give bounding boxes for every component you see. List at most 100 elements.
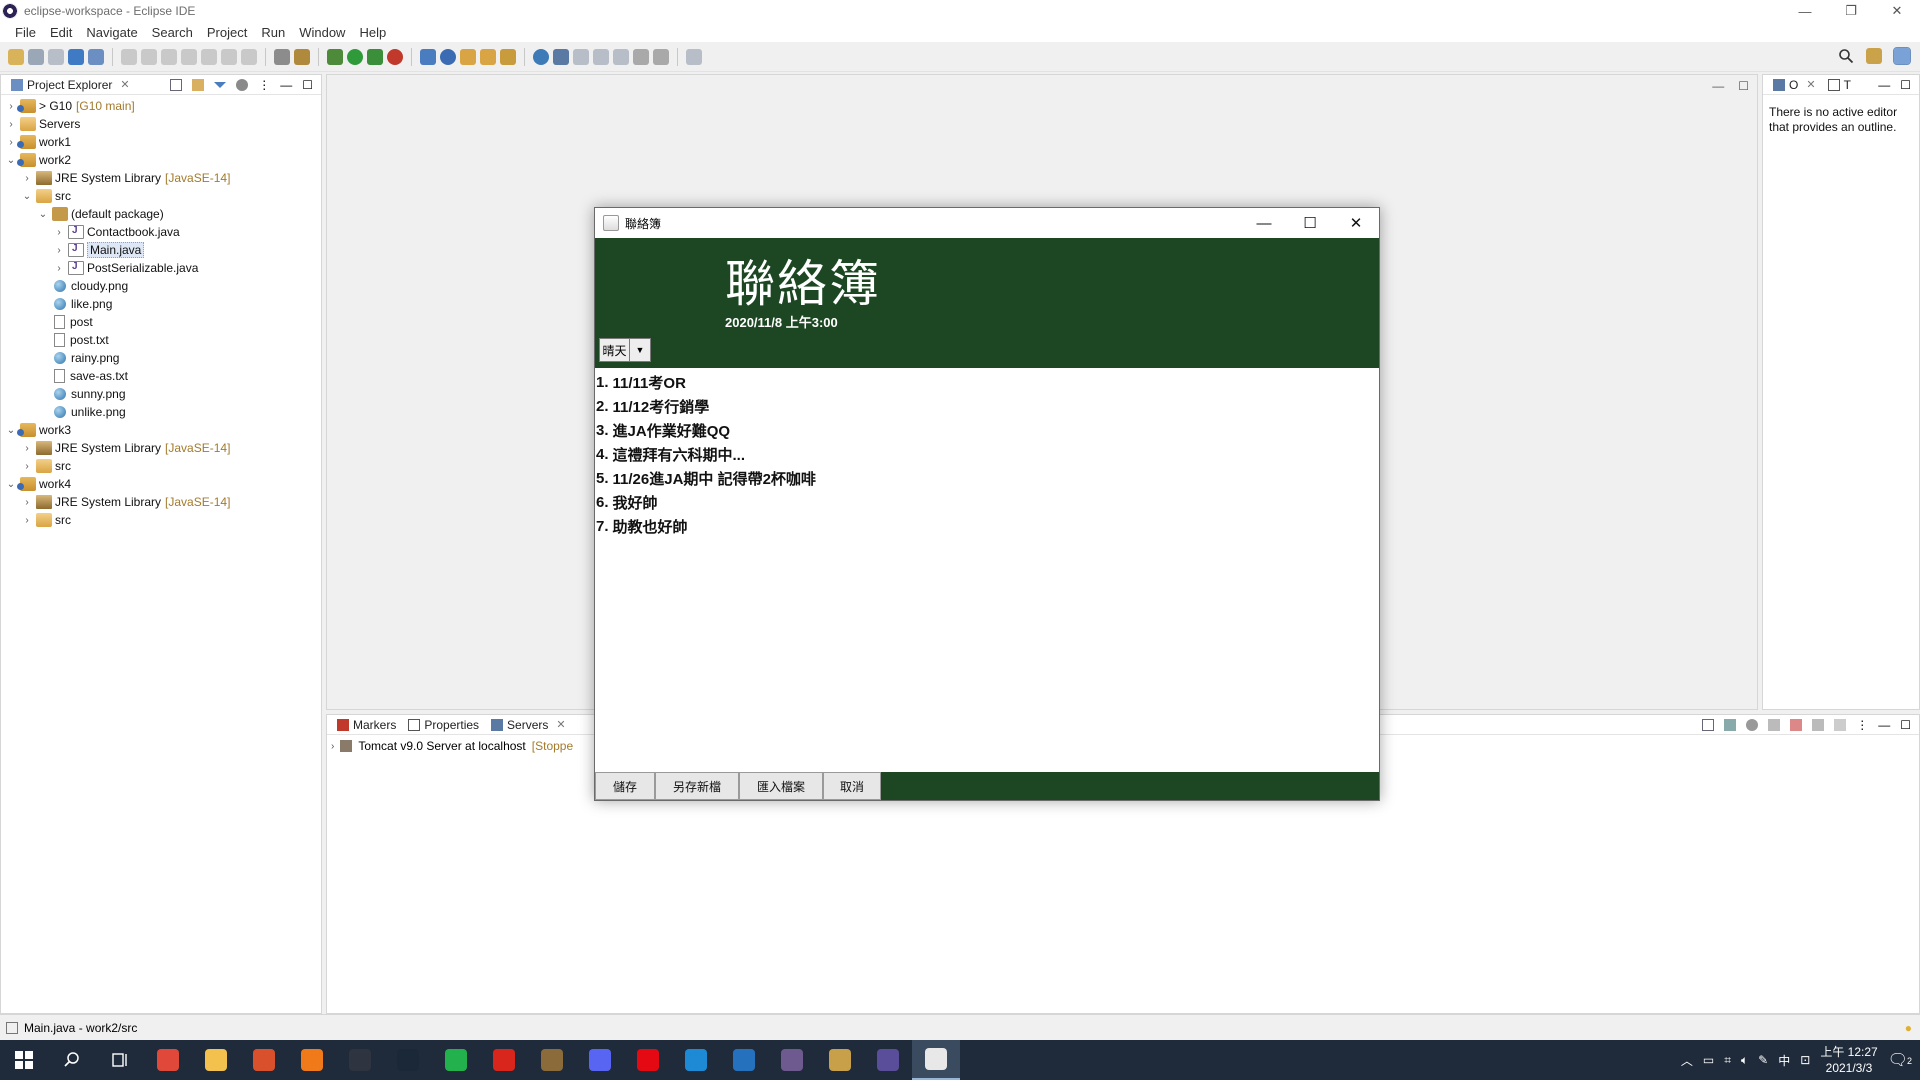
taskbar-app-vscode[interactable] xyxy=(672,1040,720,1080)
start-button[interactable] xyxy=(0,1040,48,1080)
notes-area[interactable]: 1. 11/11考OR 2. 11/12考行銷學 3. 進JA作業好難QQ 4. 這禮拜有六科… xyxy=(595,368,1379,772)
step-into-icon[interactable] xyxy=(201,48,217,65)
suspend-icon[interactable] xyxy=(141,48,157,65)
tab-outline[interactable]: O ✕ xyxy=(1767,78,1822,92)
collapsed-arrow-icon[interactable]: › xyxy=(53,263,65,274)
link-with-editor-icon[interactable] xyxy=(192,78,205,91)
collapsed-arrow-icon[interactable]: › xyxy=(21,497,33,508)
java-ee-perspective-icon[interactable] xyxy=(1893,47,1911,65)
use-step-filters-icon[interactable] xyxy=(274,48,290,65)
expand-arrow-icon[interactable]: › xyxy=(331,741,334,752)
tree-item[interactable]: like.png xyxy=(1,295,321,313)
external-tools-icon[interactable] xyxy=(387,48,403,65)
forward-icon[interactable] xyxy=(653,48,669,65)
expanded-arrow-icon[interactable]: ⌄ xyxy=(37,209,49,220)
disconnect-icon[interactable] xyxy=(181,48,197,65)
volume-icon[interactable]: 🔈︎ xyxy=(1741,1053,1748,1068)
start-server-icon[interactable] xyxy=(1746,718,1759,731)
focus-icon[interactable] xyxy=(236,78,249,91)
tree-item[interactable]: post.txt xyxy=(1,331,321,349)
tree-item[interactable]: ⌄ work2 xyxy=(1,151,321,169)
tree-item[interactable]: ⌄ work4 xyxy=(1,475,321,493)
back-icon[interactable] xyxy=(633,48,649,65)
maximize-view-icon[interactable]: ☐ xyxy=(302,78,313,92)
terminal-icon[interactable] xyxy=(68,48,84,65)
taskbar-app-line[interactable] xyxy=(432,1040,480,1080)
notifications-icon[interactable]: 🗨︎ 2 xyxy=(1888,1050,1912,1070)
taskbar-app-firefox-like[interactable] xyxy=(288,1040,336,1080)
minimize-editor-icon[interactable]: — xyxy=(1712,79,1724,93)
pen-icon[interactable]: ✎ xyxy=(1758,1053,1768,1067)
collapsed-arrow-icon[interactable]: › xyxy=(53,245,65,256)
maximize-view-icon[interactable]: ☐ xyxy=(1900,718,1911,732)
save-as-button[interactable]: 另存新檔 xyxy=(655,772,739,800)
expanded-arrow-icon[interactable]: ⌄ xyxy=(5,479,17,490)
close-icon[interactable]: ✕ xyxy=(120,78,129,91)
tree-item[interactable]: ⌄ (default package) xyxy=(1,205,321,223)
taskbar-app-garena[interactable] xyxy=(480,1040,528,1080)
search-icon[interactable] xyxy=(1838,48,1854,64)
import-file-button[interactable]: 匯入檔案 xyxy=(739,772,823,800)
taskbar-app-file-explorer[interactable] xyxy=(192,1040,240,1080)
menu-run[interactable]: Run xyxy=(254,25,292,40)
tree-item[interactable]: › Contactbook.java xyxy=(1,223,321,241)
collapse-all-icon[interactable] xyxy=(1702,718,1715,731)
tab-task-list[interactable]: T xyxy=(1822,78,1857,92)
last-edit-icon[interactable] xyxy=(613,48,629,65)
disconnect-server-icon[interactable] xyxy=(1834,718,1847,731)
tree-item[interactable]: post xyxy=(1,313,321,331)
resume-icon[interactable] xyxy=(121,48,137,65)
tree-item[interactable]: ⌄ src xyxy=(1,187,321,205)
save-icon[interactable] xyxy=(28,48,44,65)
taskbar-app-discord[interactable] xyxy=(576,1040,624,1080)
tree-item[interactable]: save-as.txt xyxy=(1,367,321,385)
open-type-icon[interactable] xyxy=(460,48,476,65)
lightbulb-icon[interactable]: ● xyxy=(1905,1021,1912,1035)
collapsed-arrow-icon[interactable]: › xyxy=(5,101,17,112)
collapsed-arrow-icon[interactable]: › xyxy=(21,515,33,526)
skip-breakpoints-icon[interactable] xyxy=(88,48,104,65)
close-icon[interactable]: ✕ xyxy=(1806,78,1815,91)
debug-icon[interactable] xyxy=(327,48,343,65)
taskbar-app-powershell[interactable] xyxy=(720,1040,768,1080)
pin-editor-icon[interactable] xyxy=(686,48,702,65)
close-icon[interactable]: ✕ xyxy=(556,718,565,731)
collapsed-arrow-icon[interactable]: › xyxy=(5,137,17,148)
open-task-icon[interactable] xyxy=(480,48,496,65)
collapsed-arrow-icon[interactable]: › xyxy=(21,443,33,454)
search-button[interactable] xyxy=(48,1040,96,1080)
save-all-icon[interactable] xyxy=(48,48,64,65)
taskbar-app-steam[interactable] xyxy=(384,1040,432,1080)
menu-window[interactable]: Window xyxy=(292,25,352,40)
tree-item[interactable]: rainy.png xyxy=(1,349,321,367)
tree-item[interactable]: › src xyxy=(1,457,321,475)
new-java-project-icon[interactable] xyxy=(420,48,436,65)
step-return-icon[interactable] xyxy=(241,48,257,65)
publish-icon[interactable] xyxy=(553,48,569,65)
maximize-editor-icon[interactable]: ☐ xyxy=(1738,79,1749,93)
minimize-view-icon[interactable]: — xyxy=(280,78,292,92)
tree-item[interactable]: › work1 xyxy=(1,133,321,151)
dialog-maximize-button[interactable]: ☐ xyxy=(1287,208,1333,238)
minimize-view-icon[interactable]: — xyxy=(1878,718,1890,732)
tree-item[interactable]: › JRE System Library [JavaSE-14] xyxy=(1,439,321,457)
taskbar-app-terminal[interactable] xyxy=(336,1040,384,1080)
restore-button[interactable]: ❐ xyxy=(1828,0,1874,22)
collapsed-arrow-icon[interactable]: › xyxy=(21,173,33,184)
taskbar-app-office[interactable] xyxy=(240,1040,288,1080)
terminate-icon[interactable] xyxy=(161,48,177,65)
taskbar-app-chrome[interactable] xyxy=(144,1040,192,1080)
menu-edit[interactable]: Edit xyxy=(43,25,79,40)
taskbar-app-game[interactable] xyxy=(528,1040,576,1080)
ime-mode-icon[interactable]: ⊡ xyxy=(1800,1053,1810,1067)
menu-navigate[interactable]: Navigate xyxy=(79,25,144,40)
next-annotation-icon[interactable] xyxy=(573,48,589,65)
view-menu-icon[interactable]: ⋮ xyxy=(1856,718,1868,732)
taskbar-app-game-2[interactable] xyxy=(768,1040,816,1080)
toggle-mark-icon[interactable] xyxy=(294,48,310,65)
profile-server-icon[interactable] xyxy=(1768,718,1781,731)
dialog-close-button[interactable]: ✕ xyxy=(1333,208,1379,238)
publish-server-icon[interactable] xyxy=(1812,718,1825,731)
tree-item[interactable]: › Main.java xyxy=(1,241,321,259)
taskbar-app-netflix[interactable] xyxy=(624,1040,672,1080)
